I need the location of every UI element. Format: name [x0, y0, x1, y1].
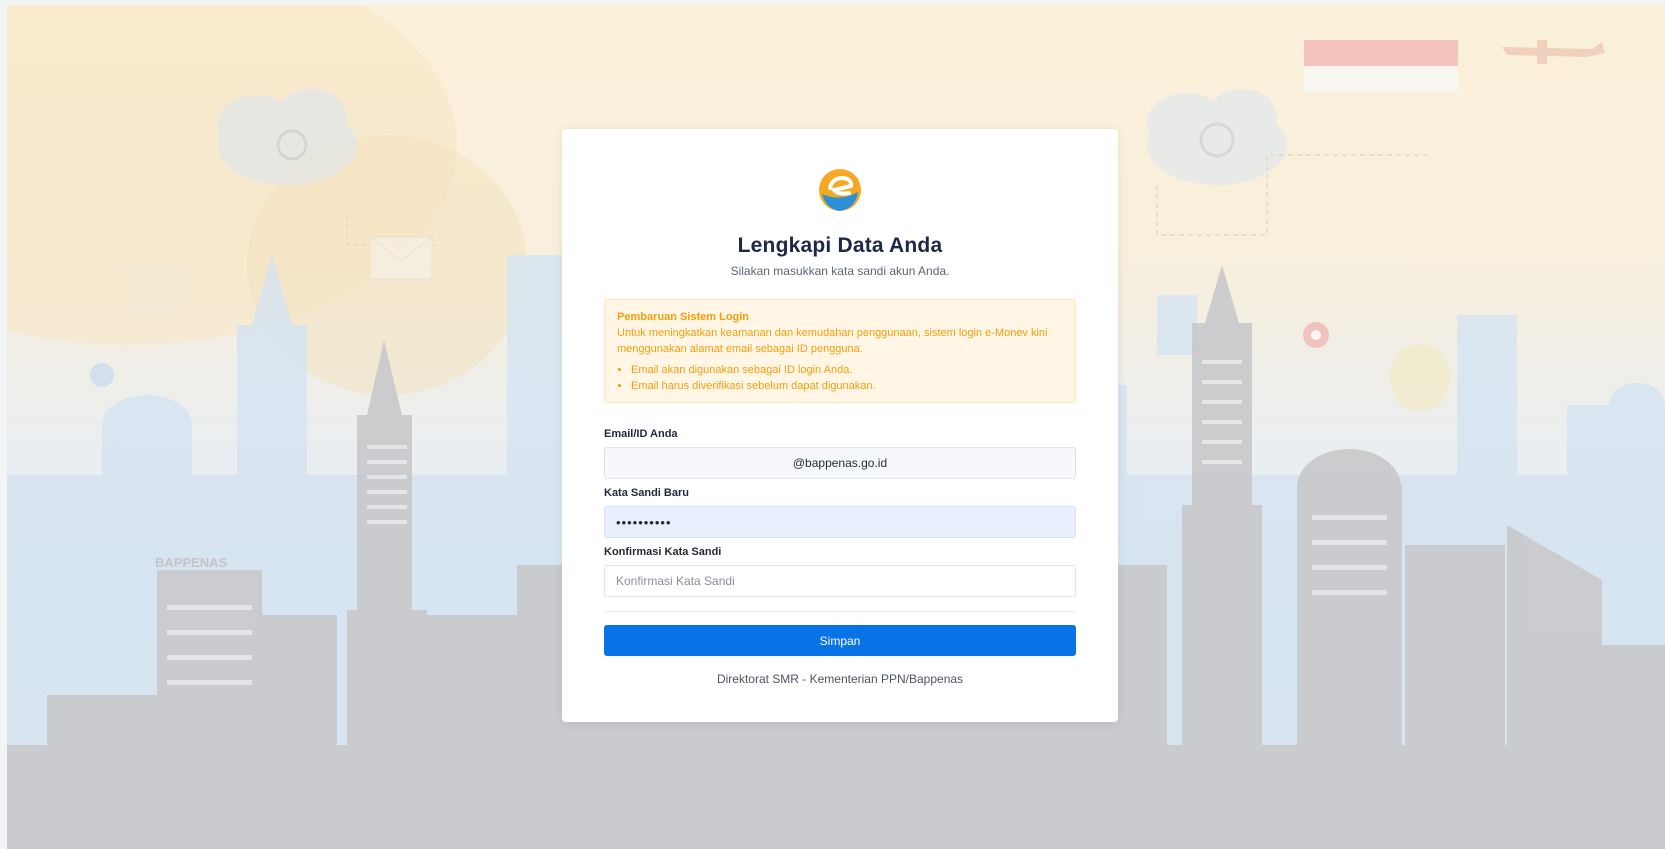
confirm-password-label: Konfirmasi Kata Sandi	[604, 546, 722, 558]
email-label: Email/ID Anda	[604, 428, 678, 440]
new-password-label: Kata Sandi Baru	[604, 487, 689, 499]
save-button[interactable]: Simpan	[604, 625, 1076, 656]
login-card: Lengkapi Data Anda Silakan masukkan kata…	[562, 129, 1118, 722]
confirm-password-field[interactable]	[604, 565, 1076, 597]
cloud-user-icon	[1147, 89, 1287, 185]
folder-icon	[125, 267, 187, 309]
page-title: Lengkapi Data Anda	[737, 234, 943, 257]
user-badge-icon	[90, 363, 114, 387]
indonesia-flag-icon	[1304, 40, 1458, 92]
envelope-icon	[369, 236, 433, 280]
form-divider	[604, 611, 1076, 612]
notice-item: Email akan digunakan sebagai ID login An…	[631, 362, 1063, 378]
page-subtitle: Silakan masukkan kata sandi akun Anda.	[730, 264, 950, 278]
email-field[interactable]	[604, 447, 1076, 479]
map-pin-icon	[1303, 322, 1329, 348]
notice-list: Email akan digunakan sebagai ID login An…	[617, 362, 1063, 394]
notice-item: Email harus diverifikasi sebelum dapat d…	[631, 378, 1063, 394]
notice-body: Untuk meningkatkan keamanan dan kemudaha…	[617, 327, 1048, 355]
airplane-icon	[1502, 40, 1605, 64]
notice-title: Pembaruan Sistem Login	[617, 311, 750, 323]
footer-text: Direktorat SMR - Kementerian PPN/Bappena…	[716, 672, 964, 686]
bappenas-watermark: BAPPENAS	[155, 555, 228, 570]
lightbulb-icon	[1390, 344, 1450, 412]
cloud-chart-icon	[217, 89, 357, 185]
login-update-notice: Pembaruan Sistem Login Untuk meningkatka…	[604, 299, 1076, 403]
new-password-field[interactable]	[604, 506, 1076, 538]
e-monev-logo-icon	[819, 169, 861, 211]
